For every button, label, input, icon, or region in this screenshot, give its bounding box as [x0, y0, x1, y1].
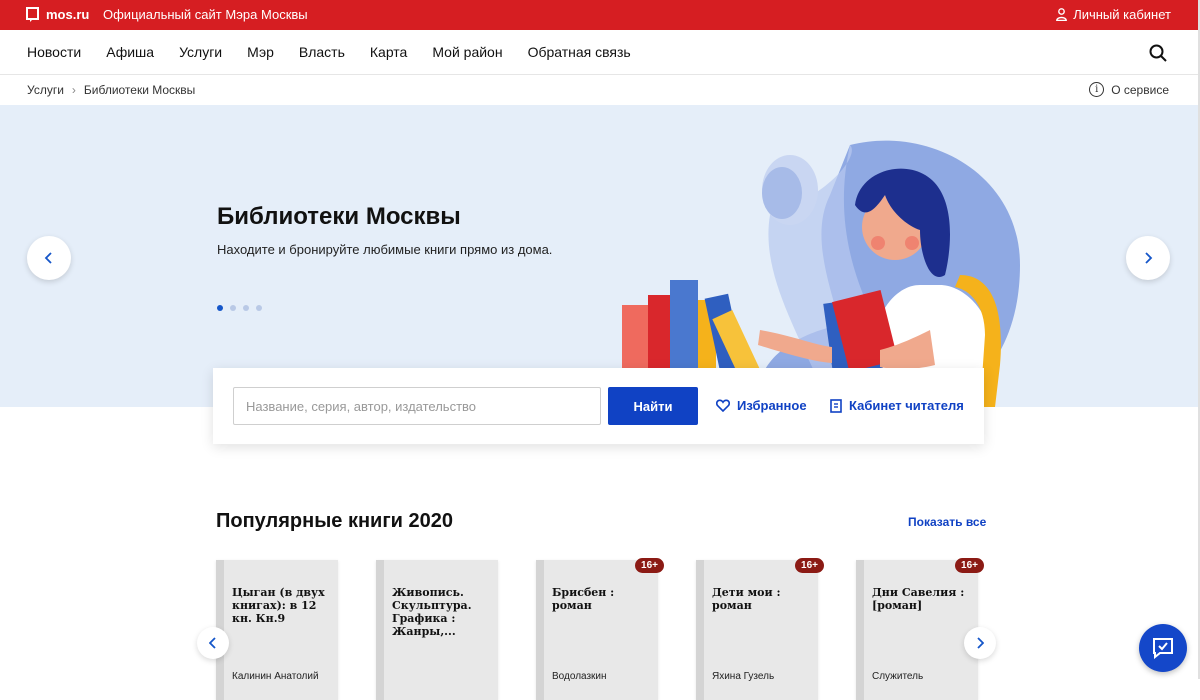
- site-logo[interactable]: mos.ru: [46, 7, 89, 22]
- personal-cabinet-label: Личный кабинет: [1073, 7, 1171, 22]
- nav-item-mayor[interactable]: Мэр: [247, 44, 274, 60]
- breadcrumb: Услуги › Библиотеки Москвы: [27, 83, 195, 97]
- mos-logo-icon[interactable]: [26, 7, 39, 23]
- nav-item-services[interactable]: Услуги: [179, 44, 222, 60]
- nav-item-map[interactable]: Карта: [370, 44, 407, 60]
- reader-card-icon: [830, 398, 842, 413]
- book-title: Брисбен : роман: [552, 586, 615, 612]
- checkbox-chat-icon: [1153, 638, 1173, 659]
- nav-items: Новости Афиша Услуги Мэр Власть Карта Мо…: [27, 44, 656, 60]
- book-card[interactable]: Дети мои : роман Яхина Гузель 16+: [696, 558, 824, 700]
- about-service-link[interactable]: i О сервисе: [1089, 82, 1169, 97]
- popular-books-carousel: Цыган (в двух книгах): в 12 кн. Кн.9 Кал…: [216, 558, 1006, 700]
- personal-cabinet-link[interactable]: Личный кабинет: [1056, 7, 1171, 22]
- chevron-left-icon: [44, 252, 52, 264]
- book-author: Водолазкин: [552, 671, 607, 682]
- book-author: Служитель: [872, 671, 924, 682]
- breadcrumb-libraries: Библиотеки Москвы: [83, 83, 196, 97]
- main-nav: Новости Афиша Услуги Мэр Власть Карта Мо…: [0, 30, 1200, 75]
- chevron-right-icon: [1145, 252, 1153, 264]
- age-rating-badge: 16+: [795, 558, 824, 573]
- book-spine: [856, 560, 864, 700]
- feedback-chat-button[interactable]: [1139, 624, 1187, 672]
- search-icon[interactable]: [1149, 44, 1167, 62]
- age-rating-badge: 16+: [635, 558, 664, 573]
- breadcrumb-services[interactable]: Услуги: [27, 83, 64, 97]
- books-next-button[interactable]: [964, 627, 996, 659]
- nav-item-my-district[interactable]: Мой район: [432, 44, 502, 60]
- heart-icon: [716, 399, 730, 412]
- site-title[interactable]: Официальный сайт Мэра Москвы: [103, 7, 308, 22]
- book-author: Калинин Анатолий: [232, 671, 319, 682]
- book-title: Дни Савелия : [роман]: [872, 586, 965, 612]
- hero-subtitle: Находите и бронируйте любимые книги прям…: [217, 242, 553, 257]
- info-icon: i: [1089, 82, 1105, 97]
- slider-dot-1[interactable]: [217, 305, 223, 311]
- show-all-link[interactable]: Показать все: [908, 515, 986, 529]
- chevron-right-icon: [977, 637, 984, 649]
- slider-dot-2[interactable]: [230, 305, 236, 311]
- user-icon: [1056, 8, 1068, 21]
- book-title: Живопись. Скульптура. Графика : Жанры,..…: [392, 586, 472, 638]
- slider-dot-4[interactable]: [256, 305, 262, 311]
- favorites-label: Избранное: [737, 398, 807, 413]
- breadcrumb-bar: Услуги › Библиотеки Москвы i О сервисе: [0, 75, 1200, 105]
- book-spine: [536, 560, 544, 700]
- favorites-link[interactable]: Избранное: [716, 398, 807, 413]
- book-author: Яхина Гузель: [712, 671, 775, 682]
- breadcrumb-separator: ›: [71, 83, 76, 97]
- hero-banner: Библиотеки Москвы Находите и бронируйте …: [0, 105, 1200, 407]
- book-spine: [376, 560, 384, 700]
- hero-title: Библиотеки Москвы: [217, 203, 461, 230]
- books-prev-button[interactable]: [197, 627, 229, 659]
- about-service-label: О сервисе: [1111, 82, 1169, 97]
- slider-dot-3[interactable]: [243, 305, 249, 311]
- top-bar: mos.ru Официальный сайт Мэра Москвы Личн…: [0, 0, 1200, 30]
- nav-item-news[interactable]: Новости: [27, 44, 81, 60]
- hero-illustration: [622, 140, 1020, 407]
- find-button[interactable]: Найти: [608, 387, 698, 425]
- chevron-left-icon: [209, 637, 216, 649]
- slider-dots: [217, 305, 262, 311]
- book-title: Цыган (в двух книгах): в 12 кн. Кн.9: [232, 586, 325, 625]
- book-card[interactable]: Цыган (в двух книгах): в 12 кн. Кн.9 Кал…: [216, 560, 338, 700]
- book-spine: [696, 560, 704, 700]
- nav-item-feedback[interactable]: Обратная связь: [528, 44, 631, 60]
- age-rating-badge: 16+: [955, 558, 984, 573]
- hero-prev-button[interactable]: [27, 236, 71, 280]
- book-card[interactable]: Брисбен : роман Водолазкин 16+: [536, 558, 664, 700]
- hero-next-button[interactable]: [1126, 236, 1170, 280]
- nav-item-government[interactable]: Власть: [299, 44, 345, 60]
- popular-books-title: Популярные книги 2020: [216, 510, 454, 532]
- book-search-input[interactable]: [233, 387, 601, 425]
- book-card[interactable]: Дни Савелия : [роман] Служитель 16+: [856, 558, 984, 700]
- reader-cabinet-label: Кабинет читателя: [849, 398, 964, 413]
- nav-item-afisha[interactable]: Афиша: [106, 44, 154, 60]
- book-card[interactable]: Живопись. Скульптура. Графика : Жанры,..…: [376, 560, 498, 700]
- book-title: Дети мои : роман: [712, 586, 781, 612]
- reader-cabinet-link[interactable]: Кабинет читателя: [830, 398, 964, 413]
- search-panel: Найти Избранное Кабинет читателя: [213, 368, 984, 444]
